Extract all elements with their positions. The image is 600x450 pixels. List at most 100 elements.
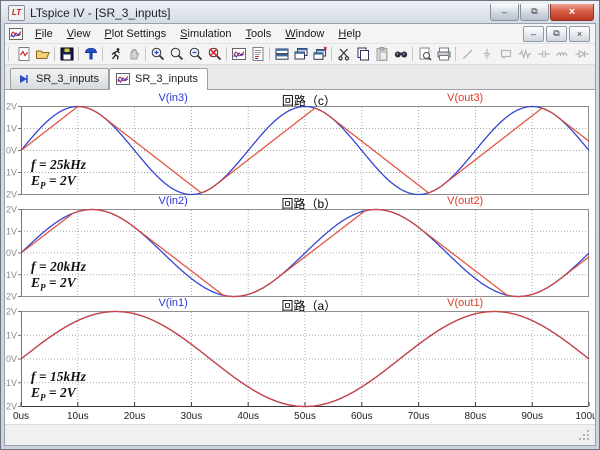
control-panel-button[interactable] [81, 45, 100, 63]
cut-button[interactable] [334, 45, 353, 63]
toolbar [5, 44, 595, 65]
print-button[interactable] [434, 45, 453, 63]
svg-text:20us: 20us [124, 411, 146, 422]
svg-text:0V: 0V [6, 248, 17, 258]
pane-a-annotation: f = 15kHz EP = 2V [31, 369, 86, 406]
menu-simulation[interactable]: Simulation [173, 26, 238, 42]
spice-netlist-button[interactable] [248, 45, 267, 63]
wire-button [458, 45, 477, 63]
zoom-out-button[interactable] [186, 45, 205, 63]
ground-icon [479, 46, 495, 62]
run-button[interactable] [105, 45, 124, 63]
pane-c-title: 回路（c） [282, 92, 336, 109]
tab-schematic-sr-3-inputs[interactable]: SR_3_inputs [10, 68, 109, 89]
new-schematic-button[interactable] [14, 45, 33, 63]
tab-bar: SR_3_inputs SR_3_inputs [5, 65, 595, 90]
toolbar-grip[interactable] [8, 47, 10, 61]
menu-window[interactable]: Window [278, 26, 331, 42]
copy-icon [355, 46, 371, 62]
open-button[interactable] [33, 45, 52, 63]
tab-label: SR_3_inputs [135, 73, 198, 85]
trace-label-vin3[interactable]: V(in3) [158, 92, 187, 104]
cascade-windows-button[interactable] [291, 45, 310, 63]
mdi-restore-icon: ⧉ [553, 28, 559, 39]
resize-grip[interactable] [578, 429, 591, 445]
status-bar [5, 424, 595, 445]
svg-text:0V: 0V [6, 354, 17, 364]
trace-label-vout1[interactable]: V(out1) [447, 297, 483, 309]
halt-button [124, 45, 143, 63]
print-preview-icon [417, 46, 433, 62]
run-icon [107, 46, 123, 62]
svg-text:1V: 1V [6, 330, 17, 340]
halt-icon [126, 46, 142, 62]
svg-text:30us: 30us [181, 411, 203, 422]
find-button[interactable] [391, 45, 410, 63]
menu-plot-settings[interactable]: Plot Settings [97, 26, 173, 42]
trace-label-vout2[interactable]: V(out2) [447, 195, 483, 207]
svg-text:100us: 100us [575, 411, 596, 422]
plot-pane-a: V(in1) 回路（a） V(out1) 2V1V0V-1V-2V0us10us… [5, 297, 595, 424]
paste-icon [374, 46, 390, 62]
label-button [496, 45, 515, 63]
svg-text:50us: 50us [294, 411, 316, 422]
arrange-windows-button[interactable] [310, 45, 329, 63]
capacitor-button [534, 45, 553, 63]
menu-file[interactable]: File [28, 26, 60, 42]
svg-text:-1V: -1V [4, 168, 17, 178]
paste-button [372, 45, 391, 63]
menu-tools[interactable]: Tools [239, 26, 279, 42]
client-area: FileViewPlot SettingsSimulationToolsWind… [4, 23, 596, 446]
capacitor-icon [536, 46, 552, 62]
diode-icon [574, 46, 590, 62]
component-icon [593, 46, 596, 62]
close-button[interactable]: × [550, 4, 594, 21]
svg-text:0V: 0V [6, 146, 17, 156]
pane-c-annotation: f = 25kHz EP = 2V [31, 157, 86, 194]
toolbar-separator [54, 47, 55, 61]
plot-a-canvas[interactable]: 2V1V0V-1V-2V0us10us20us30us40us50us60us7… [5, 311, 595, 424]
trace-label-vout3[interactable]: V(out3) [447, 92, 483, 104]
menu-view[interactable]: View [60, 26, 98, 42]
zoom-back-icon [169, 46, 185, 62]
minimize-button[interactable]: – [490, 4, 519, 21]
zoom-back-button[interactable] [167, 45, 186, 63]
toolbar-separator [455, 47, 456, 61]
plot-b-canvas[interactable]: 2V1V0V-1V-2V [5, 209, 595, 297]
menu-help[interactable]: Help [331, 26, 368, 42]
copy-button[interactable] [353, 45, 372, 63]
trace-label-vin2[interactable]: V(in2) [158, 195, 187, 207]
waveform-pane-button[interactable] [229, 45, 248, 63]
mdi-restore-button[interactable]: ⧉ [546, 26, 567, 42]
restore-button[interactable]: ⧉ [520, 4, 549, 21]
save-icon [59, 46, 75, 62]
restore-icon: ⧉ [531, 6, 537, 17]
print-preview-button[interactable] [415, 45, 434, 63]
wire-icon [460, 46, 476, 62]
mdi-close-button[interactable]: × [569, 26, 590, 42]
svg-text:1V: 1V [6, 226, 17, 236]
mdi-minimize-button[interactable]: – [523, 26, 544, 42]
toolbar-separator [102, 47, 103, 61]
resistor-button [515, 45, 534, 63]
component-button [591, 45, 595, 63]
tile-horizontal-button[interactable] [272, 45, 291, 63]
zoom-in-button[interactable] [148, 45, 167, 63]
control-panel-icon [83, 46, 99, 62]
toolbar-separator [412, 47, 413, 61]
open-icon [35, 46, 51, 62]
plot-c-canvas[interactable]: 2V1V0V-1V-2V [5, 106, 595, 195]
diode-button [572, 45, 591, 63]
tab-waveform-sr-3-inputs[interactable]: SR_3_inputs [109, 68, 208, 90]
arrange-windows-icon [312, 46, 328, 62]
toolbar-separator [331, 47, 332, 61]
zoom-in-icon [150, 46, 166, 62]
waveform-pane-icon [231, 46, 247, 62]
save-button[interactable] [57, 45, 76, 63]
zoom-extents-button[interactable] [205, 45, 224, 63]
trace-label-vin1[interactable]: V(in1) [158, 297, 187, 309]
mdi-child-icon [8, 26, 24, 42]
plot-pane-b: V(in2) 回路（b） V(out2) 2V1V0V-1V-2V f = 20… [5, 195, 595, 297]
title-bar: LT LTspice IV - [SR_3_inputs] – ⧉ × [4, 1, 596, 23]
label-icon [498, 46, 514, 62]
